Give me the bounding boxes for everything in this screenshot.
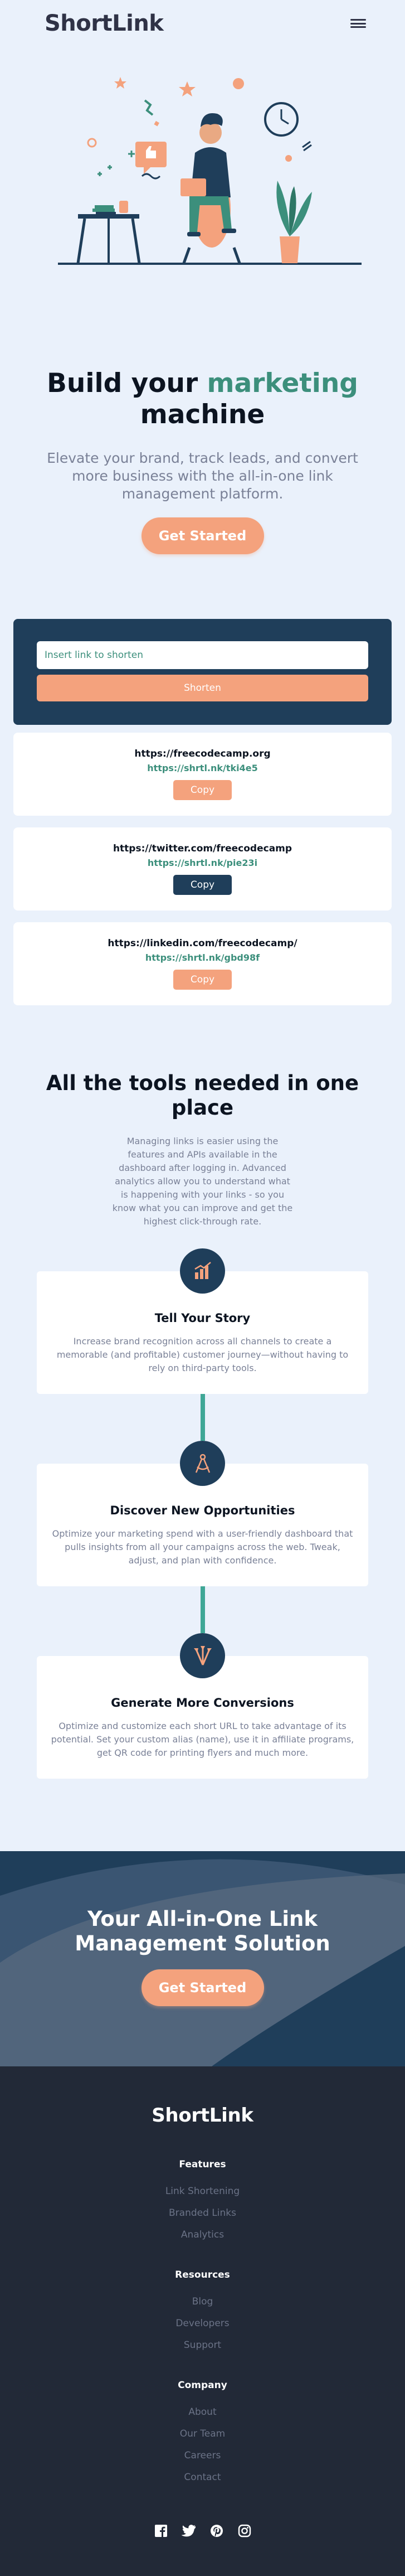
- social-links: [0, 2523, 405, 2539]
- page: ShortLink Build your marketing machine E…: [0, 0, 405, 2576]
- footer-link[interactable]: Developers: [0, 2318, 405, 2329]
- hero-title-accent: marketing: [207, 368, 358, 399]
- footer-link[interactable]: Contact: [0, 2472, 405, 2483]
- feature-title: Tell Your Story: [154, 1311, 251, 1325]
- hero-section: Build your marketing machine Elevate you…: [0, 47, 405, 554]
- footer-heading: Resources: [175, 2269, 230, 2280]
- bar-chart-icon: [180, 1248, 225, 1294]
- short-url[interactable]: https://shrtl.nk/pie23i: [13, 858, 392, 868]
- compass-icon: [180, 1441, 225, 1486]
- hamburger-icon[interactable]: [349, 17, 367, 30]
- feature-text: Increase brand recognition across all ch…: [56, 1336, 349, 1373]
- original-url: https://twitter.com/freecodecamp: [113, 843, 292, 854]
- shortened-link-card: https://linkedin.com/freecodecamp/ https…: [13, 922, 392, 1005]
- brushes-icon: [180, 1633, 225, 1678]
- shorten-input[interactable]: [37, 641, 368, 669]
- header: ShortLink: [0, 0, 405, 47]
- feature-item: Discover New Opportunities Optimize your…: [0, 1441, 405, 1586]
- instagram-icon[interactable]: [237, 2523, 252, 2539]
- short-url[interactable]: https://shrtl.nk/tki4e5: [13, 763, 392, 773]
- footer-group-resources: Resources Blog Developers Support: [0, 2269, 405, 2351]
- original-url: https://linkedin.com/freecodecamp/: [108, 938, 297, 949]
- footer-heading: Company: [178, 2380, 227, 2391]
- get-started-button[interactable]: Get Started: [141, 517, 264, 554]
- footer-heading: Features: [179, 2159, 226, 2170]
- twitter-icon[interactable]: [181, 2523, 197, 2539]
- features-list: Tell Your Story Increase brand recogniti…: [0, 1248, 405, 1779]
- pinterest-icon[interactable]: [209, 2523, 225, 2539]
- get-started-button[interactable]: Get Started: [141, 1969, 264, 2006]
- facebook-icon[interactable]: [153, 2523, 169, 2539]
- copy-button[interactable]: Copy: [173, 970, 232, 990]
- footer-logo[interactable]: ShortLink: [0, 2104, 405, 2127]
- tools-description: Managing links is easier using the featu…: [112, 1136, 293, 1227]
- cta-section: Your All-in-One Link Management Solution…: [0, 1851, 405, 2066]
- footer-link[interactable]: Analytics: [0, 2229, 405, 2240]
- feature-text: Optimize your marketing spend with a use…: [52, 1528, 353, 1566]
- feature-item: Generate More Conversions Optimize and c…: [0, 1633, 405, 1779]
- tools-title: All the tools needed in one place: [46, 1071, 359, 1120]
- cta-content: Your All-in-One Link Management Solution…: [0, 1907, 405, 2006]
- short-url[interactable]: https://shrtl.nk/gbd98f: [13, 952, 392, 963]
- connector-line: [200, 1394, 205, 1441]
- connector-line: [200, 1586, 205, 1633]
- hero-title-prefix: Build your: [47, 368, 207, 399]
- footer-link[interactable]: About: [0, 2406, 405, 2418]
- person-at-desk-illustration: [58, 77, 362, 265]
- footer-link[interactable]: Branded Links: [0, 2207, 405, 2219]
- feature-item: Tell Your Story Increase brand recogniti…: [0, 1248, 405, 1394]
- shortened-link-card: https://freecodecamp.org https://shrtl.n…: [13, 733, 392, 816]
- shorten-button[interactable]: Shorten: [37, 675, 368, 701]
- footer-link[interactable]: Our Team: [0, 2428, 405, 2439]
- footer-link[interactable]: Link Shortening: [0, 2186, 405, 2197]
- copy-button-copied[interactable]: Copy: [173, 875, 232, 895]
- hero-title-suffix: machine: [140, 399, 265, 430]
- tools-section: All the tools needed in one place Managi…: [0, 1071, 405, 1779]
- footer-link[interactable]: Careers: [0, 2450, 405, 2461]
- logo[interactable]: ShortLink: [45, 11, 164, 36]
- footer-link[interactable]: Blog: [0, 2296, 405, 2307]
- original-url: https://freecodecamp.org: [134, 748, 271, 759]
- feature-title: Discover New Opportunities: [110, 1504, 295, 1517]
- shortened-link-card: https://twitter.com/freecodecamp https:/…: [13, 827, 392, 911]
- hero-illustration: [0, 47, 405, 281]
- shortener-section: Shorten https://freecodecamp.org https:/…: [0, 619, 405, 1005]
- footer-group-features: Features Link Shortening Branded Links A…: [0, 2159, 405, 2240]
- footer: ShortLink Features Link Shortening Brand…: [0, 2066, 405, 2576]
- footer-group-company: Company About Our Team Careers Contact: [0, 2380, 405, 2483]
- cta-title: Your All-in-One Link Management Solution: [75, 1907, 330, 1955]
- hero-subtitle: Elevate your brand, track leads, and con…: [47, 450, 358, 502]
- feature-title: Generate More Conversions: [111, 1696, 294, 1710]
- shorten-form: Shorten: [13, 619, 392, 725]
- hero-title: Build your marketing machine: [0, 368, 405, 430]
- copy-button[interactable]: Copy: [173, 780, 232, 800]
- footer-link[interactable]: Support: [0, 2340, 405, 2351]
- feature-text: Optimize and customize each short URL to…: [51, 1721, 354, 1758]
